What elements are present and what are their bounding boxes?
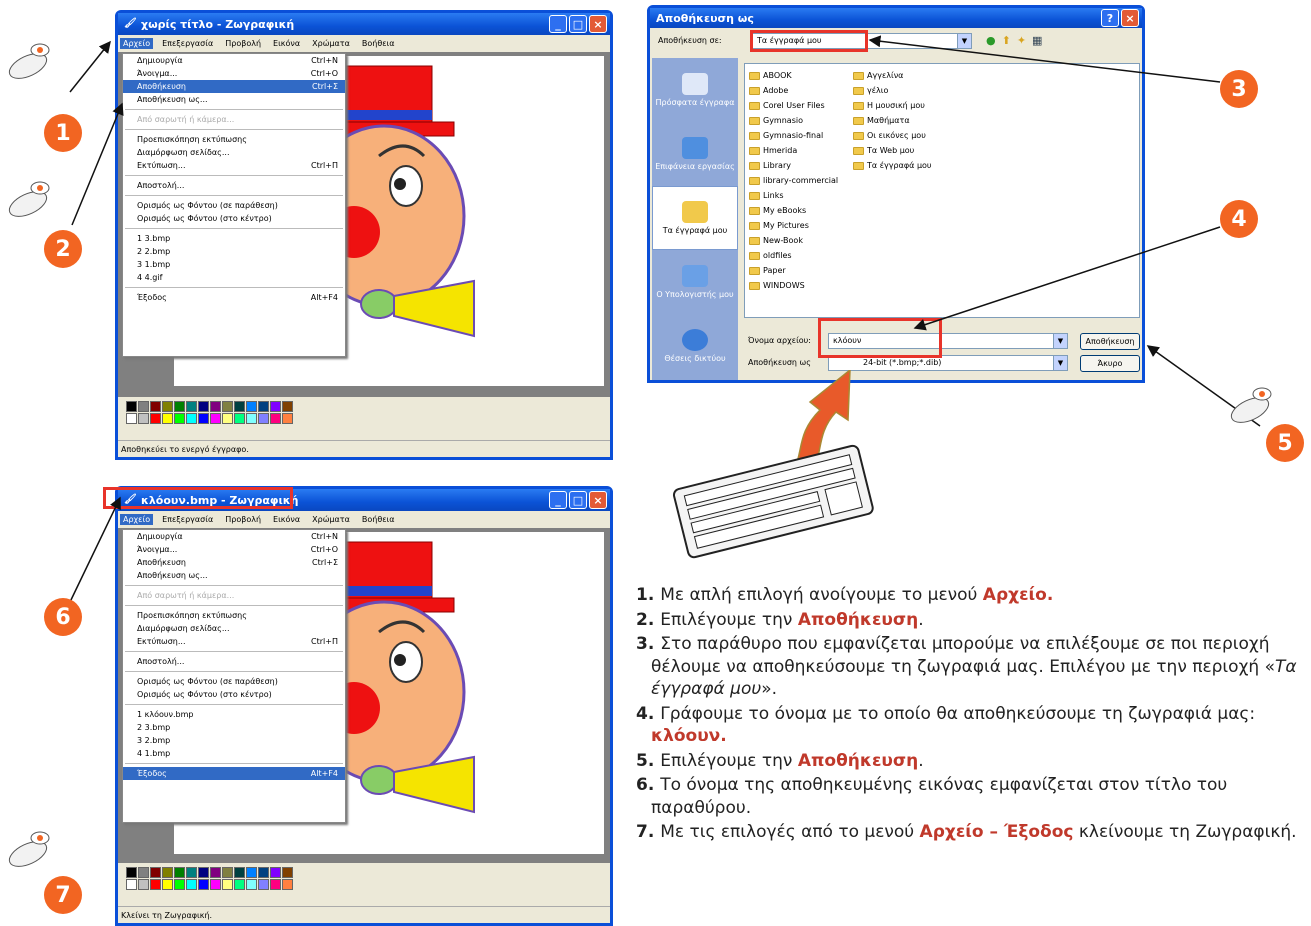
instruction-step: 5. Επιλέγουμε την Αποθήκευση. — [636, 750, 1311, 773]
instruction-step: 3. Στο παράθυρο που εμφανίζεται μπορούμε… — [636, 633, 1311, 701]
mouse-icon — [6, 42, 54, 80]
step-badge-7: 7 — [44, 876, 82, 914]
step-number: 1. — [636, 585, 661, 605]
step-number: 2. — [636, 609, 661, 630]
step-text: Επιλέγουμε την — [660, 750, 798, 771]
step-badge-3: 3 — [1220, 70, 1258, 108]
instructions-list: 1. Με απλή επιλογή ανοίγουμε το μενού Αρ… — [636, 584, 1311, 846]
step-number: 3. — [636, 634, 661, 654]
mouse-icon — [6, 180, 54, 218]
step-keyword: Αρχείο – Έξοδος — [919, 822, 1074, 842]
step-text: Γράφουμε το όνομα με το οποίο θα αποθηκε… — [660, 703, 1256, 724]
mouse-icon — [1228, 386, 1276, 424]
step-text: . — [918, 750, 924, 771]
instruction-step: 7. Με τις επιλογές από το μενού Αρχείο –… — [636, 821, 1311, 844]
step-badge-2: 2 — [44, 230, 82, 268]
step-keyword: Αρχείο. — [982, 585, 1054, 605]
step-text: . — [918, 609, 924, 630]
step-number: 6. — [636, 775, 661, 795]
step-text: ». — [761, 679, 777, 699]
instruction-step: 6. Το όνομα της αποθηκευμένης εικόνας εμ… — [636, 774, 1311, 819]
step-keyword: Αποθήκευση — [797, 609, 919, 630]
step-badge-1: 1 — [44, 114, 82, 152]
instruction-step: 1. Με απλή επιλογή ανοίγουμε το μενού Αρ… — [636, 584, 1311, 607]
step-badge-4: 4 — [1220, 200, 1258, 238]
step-keyword: Αποθήκευση — [797, 750, 919, 771]
instruction-step: 4. Γράφουμε το όνομα με το οποίο θα αποθ… — [636, 703, 1311, 748]
step-badge-6: 6 — [44, 598, 82, 636]
step-text: Με τις επιλογές από το μενού — [660, 822, 920, 842]
step-keyword: κλόουν. — [651, 726, 727, 746]
step-number: 5. — [636, 750, 661, 771]
mouse-icon — [6, 830, 54, 868]
step-number: 7. — [636, 822, 661, 842]
step-text: Με απλή επιλογή ανοίγουμε το μενού — [660, 585, 983, 605]
step-text: Επιλέγουμε την — [660, 609, 798, 630]
step-number: 4. — [636, 703, 661, 724]
instruction-step: 2. Επιλέγουμε την Αποθήκευση. — [636, 609, 1311, 632]
step-text: κλείνουμε τη Ζωγραφική. — [1073, 822, 1297, 842]
step-text: Στο παράθυρο που εμφανίζεται μπορούμε να… — [651, 634, 1275, 677]
step-badge-5: 5 — [1266, 424, 1304, 462]
step-text: Το όνομα της αποθηκευμένης εικόνας εμφαν… — [651, 775, 1228, 818]
